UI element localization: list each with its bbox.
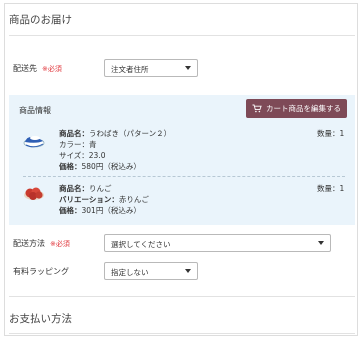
shipping-method-select[interactable]: 選択してください: [104, 234, 331, 252]
item-color: カラー：青: [59, 140, 97, 149]
chevron-down-icon: [185, 66, 191, 70]
address-label-row: 配送先 ※必須: [13, 63, 62, 74]
chevron-down-icon: [318, 241, 324, 245]
edit-cart-label: カート商品を編集する: [266, 104, 341, 113]
address-label: 配送先: [13, 64, 37, 73]
item-price-label: 価格：: [59, 162, 82, 171]
wrapping-label: 有料ラッピング: [13, 267, 69, 276]
shipping-label: 配送方法: [13, 239, 45, 248]
item-variation-label: バリエーション：: [59, 195, 119, 204]
product-info-panel: 商品情報 カート商品を編集する 商品名：うわばき（パターン２） カラー：青 サイ…: [9, 95, 355, 225]
section-divider: [9, 35, 355, 36]
item-qty: 数量：1: [317, 129, 345, 138]
product-info-title: 商品情報: [19, 106, 51, 115]
section-divider: [9, 333, 355, 334]
required-badge: ※必須: [50, 240, 70, 248]
shipping-select-value: 選択してください: [111, 240, 171, 249]
order-form: 商品のお届け 配送先 ※必須 注文者住所 商品情報 カート商品を編集する 商品名：…: [4, 3, 358, 336]
item-name: りんご: [89, 184, 112, 193]
required-badge: ※必須: [42, 65, 62, 73]
shipping-label-row: 配送方法 ※必須: [13, 238, 70, 249]
address-select[interactable]: 注文者住所: [104, 59, 198, 77]
item-price-label: 価格：: [59, 206, 82, 215]
edit-cart-button[interactable]: カート商品を編集する: [246, 99, 347, 118]
item-size: サイズ：23.0: [59, 151, 106, 160]
cart-icon: [252, 104, 262, 113]
chevron-down-icon: [185, 269, 191, 273]
delivery-section-title: 商品のお届け: [9, 14, 72, 26]
item-name-label: 商品名：: [59, 184, 89, 193]
item-name-label: 商品名：: [59, 129, 89, 138]
item-qty: 数量：1: [317, 184, 345, 193]
item-price: 580円（税込み）: [81, 162, 141, 171]
address-select-value: 注文者住所: [111, 65, 149, 74]
item-name: うわばき（パターン２）: [89, 129, 172, 138]
section-divider: [9, 296, 355, 297]
item-divider: [23, 176, 345, 177]
payment-section-title: お支払い方法: [9, 313, 72, 325]
item-price: 301円（税込み）: [81, 206, 141, 215]
product-item-apple: 商品名：りんご バリエーション：赤りんご 価格：301円（税込み）: [59, 183, 149, 216]
wrapping-select-value: 指定しない: [111, 268, 149, 277]
item-variation: 赤りんご: [118, 195, 149, 204]
product-item-shoe: 商品名：うわばき（パターン２） カラー：青 サイズ：23.0 価格：580円（税…: [59, 128, 171, 172]
apple-icon: [24, 187, 44, 200]
shoe-icon: [23, 136, 45, 148]
wrapping-select[interactable]: 指定しない: [104, 262, 198, 280]
